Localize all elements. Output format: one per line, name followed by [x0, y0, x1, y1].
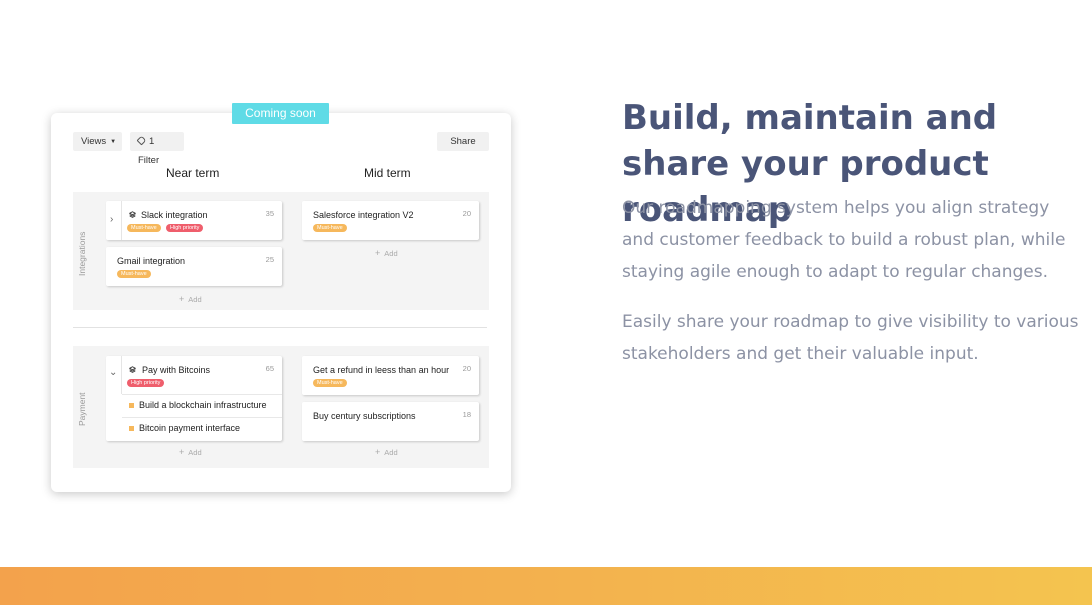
description-paragraph-1: Our roadmapping system helps you align s…: [622, 198, 1066, 282]
caret-down-icon: ▼: [110, 139, 117, 145]
add-item-button[interactable]: + Add: [179, 447, 202, 457]
column-header-near-term: Near term: [166, 166, 220, 180]
item-title: Salesforce integration V2: [313, 210, 414, 220]
add-label: Add: [188, 448, 202, 457]
chevron-down-icon: ⌄: [109, 367, 118, 378]
plus-icon: +: [375, 447, 381, 457]
subitem-title: Build a blockchain infrastructure: [139, 400, 267, 410]
coming-soon-badge: Coming soon: [232, 103, 329, 124]
item-score: 20: [462, 209, 471, 218]
roadmap-item-subscriptions[interactable]: Buy century subscriptions 18: [302, 402, 479, 441]
views-label: Views: [81, 136, 107, 147]
footer-gradient-bar: [0, 567, 1092, 605]
subitem[interactable]: Bitcoin payment interface: [122, 417, 282, 440]
item-title: Gmail integration: [117, 256, 186, 266]
subitem-marker: [129, 426, 134, 431]
high-priority-badge: High priority: [127, 379, 165, 387]
item-title: Get a refund in leess than an hour: [313, 365, 450, 375]
add-item-button[interactable]: + Add: [375, 447, 398, 457]
add-item-button[interactable]: + Add: [179, 294, 202, 304]
plus-icon: +: [179, 294, 185, 304]
item-score: 20: [462, 364, 471, 373]
plus-icon: +: [375, 248, 381, 258]
item-title: Slack integration: [141, 210, 208, 220]
subitem-title: Bitcoin payment interface: [139, 423, 241, 433]
lane-payment: Payment ⌄ Pay with Bitcoins 65 High prio…: [73, 346, 489, 468]
add-label: Add: [384, 249, 398, 258]
item-score: 25: [265, 255, 274, 264]
must-have-badge: Must-have: [117, 270, 151, 278]
roadmap-item-salesforce[interactable]: Salesforce integration V2 20 Must-have: [302, 201, 479, 240]
must-have-badge: Must-have: [127, 224, 161, 232]
add-label: Add: [188, 295, 202, 304]
item-title: Buy century subscriptions: [313, 411, 416, 421]
roadmap-item-refund[interactable]: Get a refund in leess than an hour 20 Mu…: [302, 356, 479, 395]
plus-icon: +: [179, 447, 185, 457]
column-header-mid-term: Mid term: [364, 166, 411, 180]
subitem[interactable]: Build a blockchain infrastructure: [122, 394, 282, 417]
tag-icon: [136, 135, 147, 146]
layers-icon: [129, 211, 136, 218]
filter-button[interactable]: 1 Filter: [130, 132, 184, 166]
lane-divider: [73, 327, 487, 328]
lane-integrations: Integrations › Slack integration 35 Must…: [73, 192, 489, 310]
subitem-marker: [129, 403, 134, 408]
add-item-button[interactable]: + Add: [375, 248, 398, 258]
high-priority-badge: High priority: [166, 224, 204, 232]
share-button[interactable]: Share: [437, 132, 489, 151]
chevron-right-icon: ›: [110, 214, 114, 225]
roadmap-preview-card: Views ▼ 1 Filter Share Near term Mid term…: [51, 113, 511, 492]
description-paragraph-2: Easily share your roadmap to give visibi…: [622, 312, 1079, 364]
roadmap-item-slack[interactable]: › Slack integration 35 Must-have High pr…: [106, 201, 282, 240]
views-dropdown[interactable]: Views ▼: [73, 132, 122, 151]
lane-label: Integrations: [77, 231, 87, 276]
add-label: Add: [384, 448, 398, 457]
lane-label: Payment: [77, 392, 87, 426]
roadmap-item-gmail[interactable]: Gmail integration 25 Must-have: [106, 247, 282, 286]
collapse-toggle[interactable]: ⌄: [106, 356, 122, 394]
roadmap-item-bitcoins[interactable]: ⌄ Pay with Bitcoins 65 High priority Bui…: [106, 356, 282, 441]
item-score: 65: [265, 364, 274, 373]
must-have-badge: Must-have: [313, 379, 347, 387]
layers-icon: [129, 366, 136, 373]
item-score: 35: [265, 209, 274, 218]
item-score: 18: [462, 410, 471, 419]
item-title: Pay with Bitcoins: [142, 365, 211, 375]
must-have-badge: Must-have: [313, 224, 347, 232]
expand-toggle[interactable]: ›: [106, 201, 122, 240]
